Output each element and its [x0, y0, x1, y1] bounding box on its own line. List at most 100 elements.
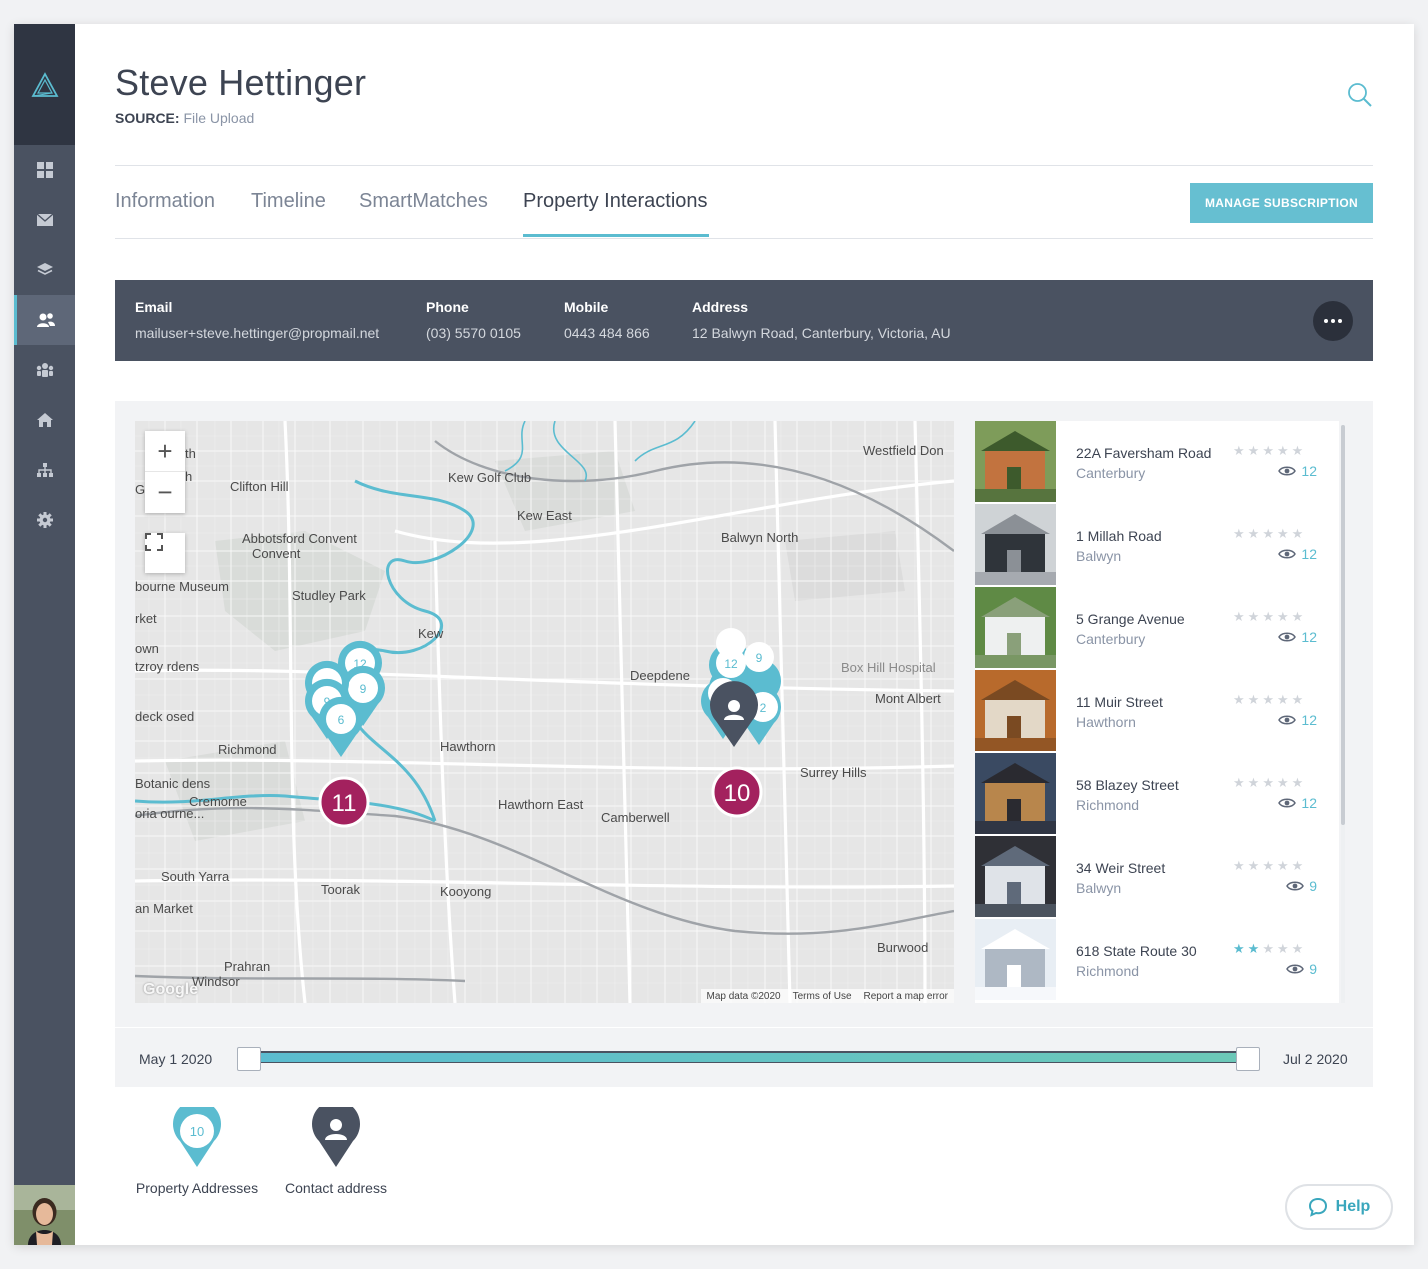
star-icon[interactable]: ★: [1233, 858, 1248, 873]
star-icon[interactable]: ★: [1292, 941, 1307, 956]
report-error-link[interactable]: Report a map error: [864, 991, 948, 1002]
logo[interactable]: [14, 24, 75, 145]
help-button[interactable]: Help: [1285, 1184, 1393, 1230]
star-icon[interactable]: ★: [1233, 609, 1248, 624]
tab-property-interactions[interactable]: Property Interactions: [523, 190, 708, 213]
star-icon[interactable]: ★: [1262, 609, 1277, 624]
group-icon: [36, 363, 53, 377]
star-icon[interactable]: ★: [1248, 692, 1263, 707]
zoom-in-button[interactable]: +: [145, 431, 185, 472]
search-button[interactable]: [1347, 82, 1373, 108]
terms-link[interactable]: Terms of Use: [793, 991, 852, 1002]
star-icon[interactable]: ★: [1262, 775, 1277, 790]
star-icon[interactable]: ★: [1248, 941, 1263, 956]
property-thumbnail[interactable]: [975, 421, 1056, 502]
star-icon[interactable]: ★: [1262, 443, 1277, 458]
sidebar-item-contacts[interactable]: [14, 295, 75, 345]
tab-information[interactable]: Information: [115, 190, 215, 213]
property-rating: ★★★★★: [1233, 609, 1306, 625]
star-icon[interactable]: ★: [1233, 692, 1248, 707]
star-icon[interactable]: ★: [1292, 858, 1307, 873]
map-label: Windsor: [192, 974, 240, 989]
more-options-button[interactable]: [1313, 301, 1353, 341]
star-icon[interactable]: ★: [1233, 941, 1248, 956]
star-icon[interactable]: ★: [1248, 609, 1263, 624]
scrollbar-thumb[interactable]: [1341, 425, 1345, 825]
star-icon[interactable]: ★: [1277, 443, 1292, 458]
property-list-item[interactable]: 34 Weir Street Balwyn ★★★★★ 9: [975, 836, 1339, 919]
star-icon[interactable]: ★: [1292, 692, 1307, 707]
zoom-control: + −: [145, 431, 185, 513]
star-icon[interactable]: ★: [1277, 526, 1292, 541]
property-thumbnail[interactable]: [975, 670, 1056, 751]
property-thumbnail[interactable]: [975, 919, 1056, 1000]
cluster-marker[interactable]: 11: [318, 776, 370, 828]
mobile-value[interactable]: 0443 484 866: [564, 325, 650, 341]
tab-timeline[interactable]: Timeline: [251, 190, 326, 213]
fullscreen-button[interactable]: [145, 533, 185, 573]
sidebar-item-hierarchy[interactable]: [14, 445, 75, 495]
sidebar-item-layers[interactable]: [14, 245, 75, 295]
property-list-item[interactable]: 11 Muir Street Hawthorn ★★★★★ 12: [975, 670, 1339, 753]
star-icon[interactable]: ★: [1233, 443, 1248, 458]
property-list-item[interactable]: 5 Grange Avenue Canterbury ★★★★★ 12: [975, 587, 1339, 670]
star-icon[interactable]: ★: [1292, 443, 1307, 458]
star-icon[interactable]: ★: [1262, 941, 1277, 956]
star-icon[interactable]: ★: [1262, 526, 1277, 541]
range-start-handle[interactable]: [237, 1047, 261, 1071]
legend-label: Contact address: [285, 1180, 387, 1196]
property-list-item[interactable]: 618 State Route 30 Richmond ★★★★★ 9: [975, 919, 1339, 1002]
fullscreen-icon: [145, 533, 163, 551]
property-list-item[interactable]: 58 Blazey Street Richmond ★★★★★ 12: [975, 753, 1339, 836]
map-label: Botanic dens: [135, 776, 211, 791]
property-thumbnail[interactable]: [975, 504, 1056, 585]
pin-count: 2: [760, 701, 767, 715]
sidebar-item-groups[interactable]: [14, 345, 75, 395]
map-label: Westfield Don: [863, 443, 944, 458]
star-icon[interactable]: ★: [1277, 609, 1292, 624]
star-icon[interactable]: ★: [1277, 692, 1292, 707]
sidebar-item-settings[interactable]: [14, 495, 75, 545]
sidebar-item-mail[interactable]: [14, 195, 75, 245]
eye-icon: [1278, 632, 1297, 642]
star-icon[interactable]: ★: [1248, 526, 1263, 541]
map-label: Kooyong: [440, 884, 491, 899]
property-list-item[interactable]: 1 Millah Road Balwyn ★★★★★ 12: [975, 504, 1339, 587]
pin-count: 6: [338, 713, 345, 727]
star-icon[interactable]: ★: [1277, 941, 1292, 956]
manage-subscription-button[interactable]: MANAGE SUBSCRIPTION: [1190, 183, 1373, 223]
user-avatar[interactable]: [14, 1185, 75, 1245]
mobile-label: Mobile: [564, 299, 609, 315]
range-end-handle[interactable]: [1236, 1047, 1260, 1071]
zoom-out-button[interactable]: −: [145, 472, 185, 513]
star-icon[interactable]: ★: [1292, 775, 1307, 790]
property-thumbnail[interactable]: [975, 587, 1056, 668]
phone-value[interactable]: (03) 5570 0105: [426, 325, 521, 341]
map-label: Prahran: [224, 959, 270, 974]
property-street: 618 State Route 30: [1076, 943, 1197, 959]
star-icon[interactable]: ★: [1248, 858, 1263, 873]
property-list-item[interactable]: 22A Faversham Road Canterbury ★★★★★ 12: [975, 421, 1339, 504]
star-icon[interactable]: ★: [1248, 443, 1263, 458]
map-label: deck osed: [135, 709, 194, 724]
property-thumbnail[interactable]: [975, 753, 1056, 834]
star-icon[interactable]: ★: [1277, 775, 1292, 790]
star-icon[interactable]: ★: [1277, 858, 1292, 873]
map[interactable]: Clifton Hill Kew Golf Club Kew East Balw…: [135, 421, 954, 1003]
property-thumbnail[interactable]: [975, 836, 1056, 917]
tab-smartmatches[interactable]: SmartMatches: [359, 190, 488, 213]
sidebar-item-properties[interactable]: [14, 395, 75, 445]
star-icon[interactable]: ★: [1262, 858, 1277, 873]
star-icon[interactable]: ★: [1248, 775, 1263, 790]
cluster-marker[interactable]: 10: [711, 766, 763, 818]
star-icon[interactable]: ★: [1233, 526, 1248, 541]
property-pin-icon: 10: [173, 1100, 221, 1167]
star-icon[interactable]: ★: [1262, 692, 1277, 707]
star-icon[interactable]: ★: [1233, 775, 1248, 790]
star-icon[interactable]: ★: [1292, 526, 1307, 541]
map-label: Hawthorn East: [498, 797, 584, 812]
range-track[interactable]: [246, 1051, 1249, 1063]
email-value[interactable]: mailuser+steve.hettinger@propmail.net: [135, 325, 379, 341]
star-icon[interactable]: ★: [1292, 609, 1307, 624]
sidebar-item-dashboard[interactable]: [14, 145, 75, 195]
